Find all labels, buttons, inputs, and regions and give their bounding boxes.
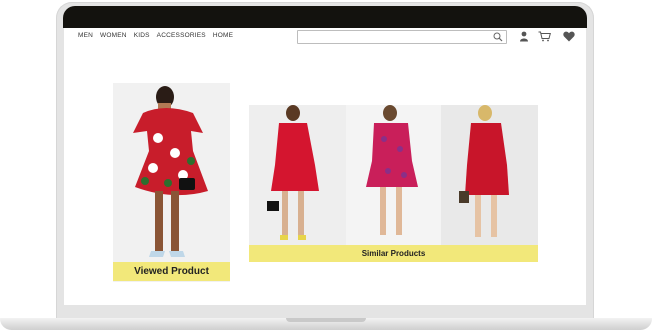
cart-icon[interactable]: [538, 31, 551, 42]
heart-icon[interactable]: [563, 31, 575, 42]
user-icon[interactable]: [519, 31, 529, 42]
nav-item-men[interactable]: MEN: [78, 32, 93, 39]
similar-product-2[interactable]: [346, 105, 441, 245]
search-bar: [297, 30, 507, 48]
screen-bezel: [63, 6, 587, 28]
similar-product-1[interactable]: [249, 105, 346, 245]
nav-item-kids[interactable]: KIDS: [134, 32, 150, 39]
nav-item-accessories[interactable]: ACCESSORIES: [157, 32, 206, 39]
similar-products-strip: [249, 105, 538, 245]
dress-photo: [249, 105, 346, 245]
similar-product-3[interactable]: [441, 105, 538, 245]
main-nav: MEN WOMEN KIDS ACCESSORIES HOME: [78, 32, 233, 39]
viewed-product-label: Viewed Product: [113, 262, 230, 281]
search-input[interactable]: [302, 38, 482, 48]
laptop-notch: [286, 318, 366, 322]
nav-item-women[interactable]: WOMEN: [100, 32, 127, 39]
dress-photo: [113, 83, 230, 282]
nav-item-home[interactable]: HOME: [213, 32, 233, 39]
dress-photo: [346, 105, 441, 245]
search-icon[interactable]: [493, 32, 503, 42]
dress-photo: [441, 105, 538, 245]
viewed-product-image[interactable]: [113, 83, 230, 282]
browser-screen: MEN WOMEN KIDS ACCESSORIES HOME Viewed P…: [64, 28, 586, 305]
similar-products-label: Similar Products: [249, 245, 538, 262]
